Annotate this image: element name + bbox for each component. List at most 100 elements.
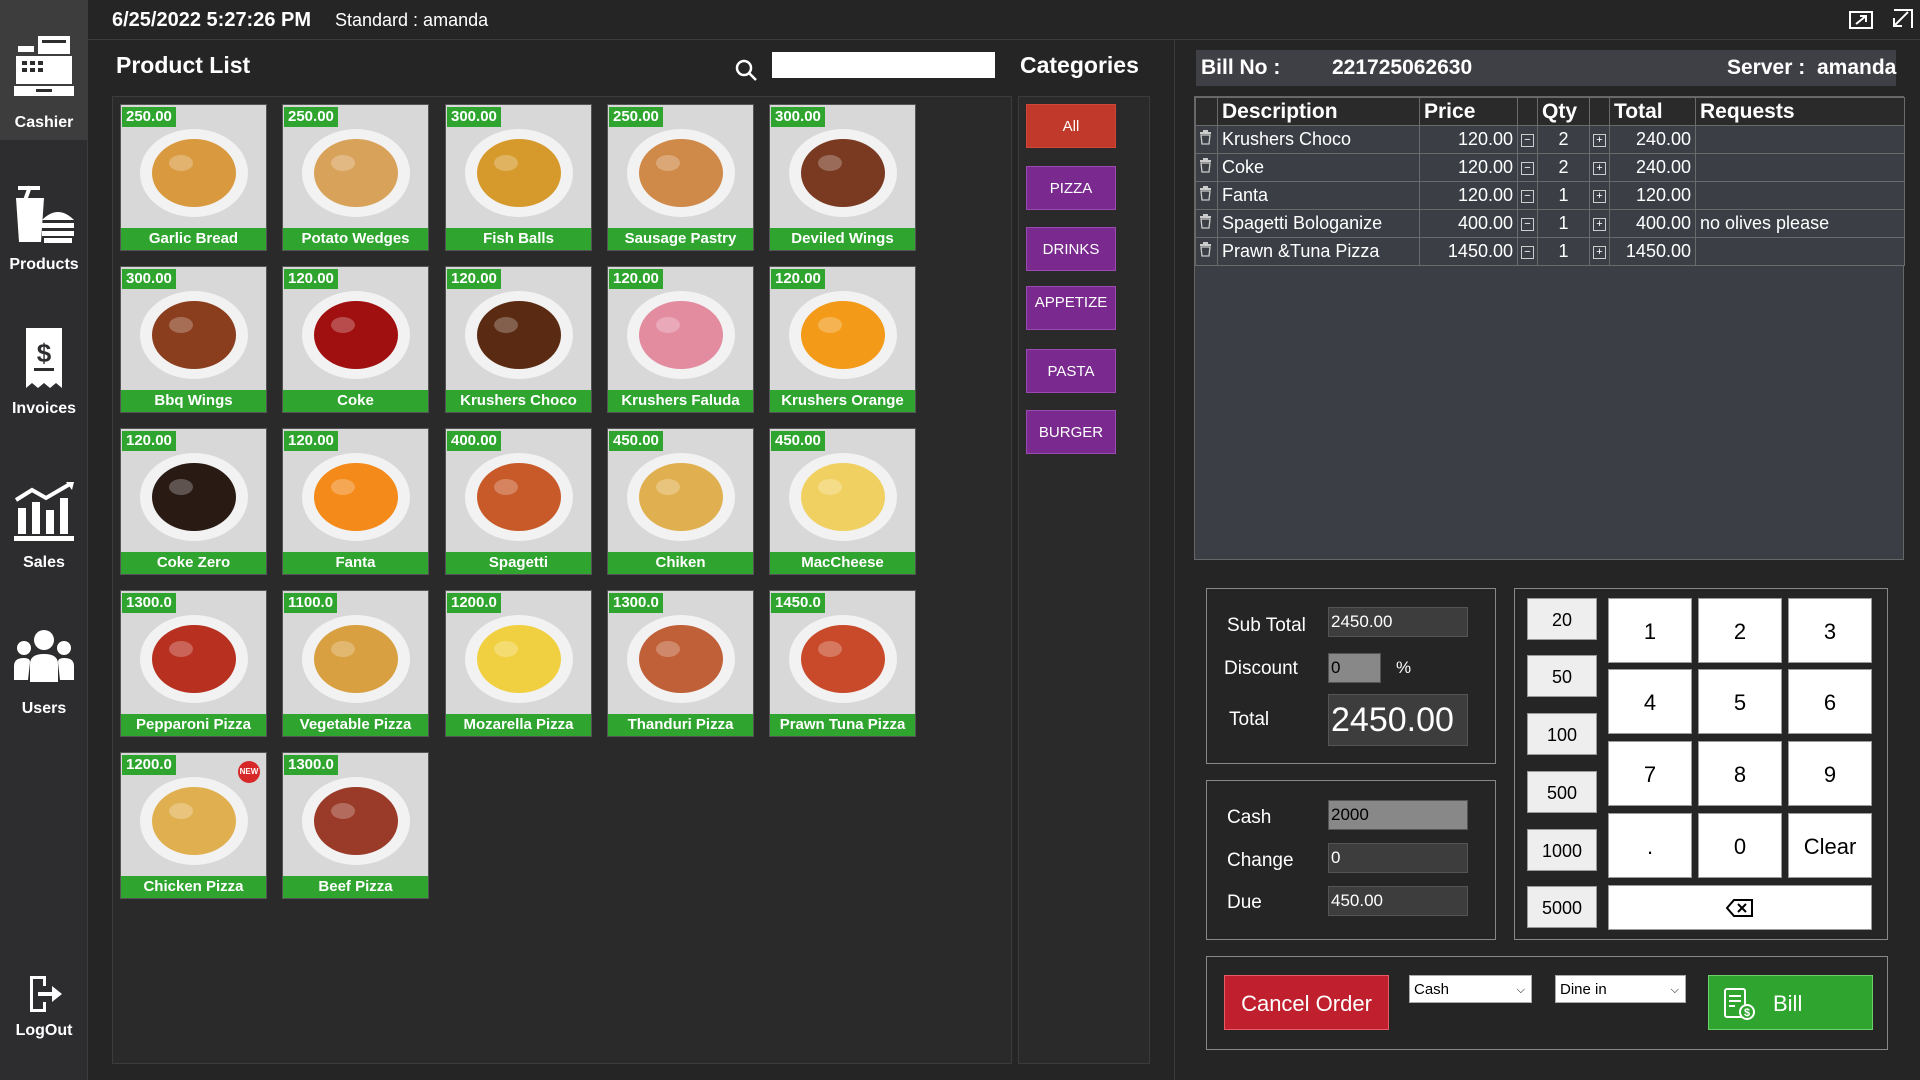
minus-icon[interactable]: −	[1521, 161, 1534, 175]
delete-cell[interactable]	[1195, 125, 1218, 154]
cancel-order-button[interactable]: Cancel Order	[1224, 975, 1389, 1030]
minus-icon[interactable]: −	[1521, 217, 1534, 231]
plus-icon[interactable]: +	[1593, 217, 1606, 231]
product-card[interactable]: 450.00 MacCheese	[769, 428, 916, 575]
order-type-select[interactable]: Dine in ⌵	[1555, 975, 1686, 1003]
minus-icon[interactable]: −	[1521, 189, 1534, 203]
product-card[interactable]: 250.00 Potato Wedges	[282, 104, 429, 251]
plus-icon[interactable]: +	[1593, 189, 1606, 203]
product-card[interactable]: 300.00 Fish Balls	[445, 104, 592, 251]
key-3[interactable]: 3	[1788, 598, 1872, 663]
key-0[interactable]: 0	[1698, 813, 1782, 878]
row-requests[interactable]: no olives please	[1695, 209, 1905, 238]
key-6[interactable]: 6	[1788, 669, 1872, 734]
delete-cell[interactable]	[1195, 237, 1218, 266]
sidebar-item-sales[interactable]: Sales	[0, 444, 88, 584]
key-9[interactable]: 9	[1788, 741, 1872, 806]
product-card[interactable]: 120.00 Krushers Orange	[769, 266, 916, 413]
sidebar-item-users[interactable]: Users	[0, 592, 88, 732]
category-drinks[interactable]: DRINKS	[1026, 227, 1116, 271]
trash-icon[interactable]	[1199, 129, 1212, 145]
trash-icon[interactable]	[1199, 241, 1212, 257]
discount-field[interactable]: 0	[1328, 653, 1381, 683]
product-card[interactable]: 450.00 Chiken	[607, 428, 754, 575]
sidebar-item-invoices[interactable]: $ Invoices	[0, 296, 88, 436]
plus-icon[interactable]: +	[1593, 161, 1606, 175]
category-appetize[interactable]: APPETIZE	[1026, 286, 1116, 330]
bill-row[interactable]: Coke 120.00−2 +240.00	[1195, 153, 1905, 182]
minimize-window-icon[interactable]	[1888, 8, 1914, 32]
category-pizza[interactable]: PIZZA	[1026, 166, 1116, 210]
qty-minus-cell[interactable]: −	[1517, 125, 1538, 154]
minus-icon[interactable]: −	[1521, 245, 1534, 259]
sidebar-item-cashier[interactable]: Cashier	[0, 0, 88, 140]
delete-cell[interactable]	[1195, 181, 1218, 210]
row-requests[interactable]	[1695, 237, 1905, 266]
product-card[interactable]: 400.00 Spagetti	[445, 428, 592, 575]
quick-amount-1000[interactable]: 1000	[1527, 829, 1597, 871]
qty-minus-cell[interactable]: −	[1517, 181, 1538, 210]
plus-icon[interactable]: +	[1593, 245, 1606, 259]
product-card[interactable]: 300.00 Deviled Wings	[769, 104, 916, 251]
product-card[interactable]: 1100.0 Vegetable Pizza	[282, 590, 429, 737]
trash-icon[interactable]	[1199, 157, 1212, 173]
product-card[interactable]: 120.00 Coke Zero	[120, 428, 267, 575]
bill-row[interactable]: Krushers Choco 120.00−2 +240.00	[1195, 125, 1905, 154]
product-card[interactable]: 120.00 Krushers Faluda	[607, 266, 754, 413]
product-card[interactable]: 1450.0 Prawn Tuna Pizza	[769, 590, 916, 737]
delete-cell[interactable]	[1195, 153, 1218, 182]
key-2[interactable]: 2	[1698, 598, 1782, 663]
qty-minus-cell[interactable]: −	[1517, 153, 1538, 182]
product-card[interactable]: 120.00 Coke	[282, 266, 429, 413]
bill-row[interactable]: Prawn &Tuna Pizza 1450.00−1 +1450.00	[1195, 237, 1905, 266]
quick-amount-50[interactable]: 50	[1527, 655, 1597, 697]
qty-plus-cell[interactable]: +	[1589, 237, 1610, 266]
qty-plus-cell[interactable]: +	[1589, 125, 1610, 154]
qty-plus-cell[interactable]: +	[1589, 209, 1610, 238]
quick-amount-500[interactable]: 500	[1527, 771, 1597, 813]
product-card[interactable]: 300.00 Bbq Wings	[120, 266, 267, 413]
search-input[interactable]	[772, 52, 995, 78]
search-icon[interactable]	[734, 58, 758, 82]
restore-window-icon[interactable]	[1848, 8, 1874, 32]
row-requests[interactable]	[1695, 153, 1905, 182]
product-card[interactable]: 250.00 Garlic Bread	[120, 104, 267, 251]
quick-amount-20[interactable]: 20	[1527, 598, 1597, 640]
product-card[interactable]: 1300.0 Thanduri Pizza	[607, 590, 754, 737]
category-all[interactable]: All	[1026, 104, 1116, 148]
key-decimal[interactable]: .	[1608, 813, 1692, 878]
product-card[interactable]: 1200.0 Mozarella Pizza	[445, 590, 592, 737]
key-clear[interactable]: Clear	[1788, 813, 1872, 878]
backspace-button[interactable]	[1608, 885, 1872, 930]
qty-plus-cell[interactable]: +	[1589, 153, 1610, 182]
qty-plus-cell[interactable]: +	[1589, 181, 1610, 210]
key-1[interactable]: 1	[1608, 598, 1692, 663]
category-burger[interactable]: BURGER	[1026, 410, 1116, 454]
key-8[interactable]: 8	[1698, 741, 1782, 806]
payment-method-select[interactable]: Cash ⌵	[1409, 975, 1532, 1003]
sidebar-item-logout[interactable]: LogOut	[0, 970, 88, 1070]
quick-amount-5000[interactable]: 5000	[1527, 886, 1597, 928]
key-5[interactable]: 5	[1698, 669, 1782, 734]
qty-minus-cell[interactable]: −	[1517, 209, 1538, 238]
row-requests[interactable]	[1695, 181, 1905, 210]
bill-row[interactable]: Spagetti Bologanize 400.00−1 +400.00 no oli…	[1195, 209, 1905, 238]
minus-icon[interactable]: −	[1521, 133, 1534, 147]
plus-icon[interactable]: +	[1593, 133, 1606, 147]
sidebar-item-products[interactable]: Products	[0, 148, 88, 288]
key-7[interactable]: 7	[1608, 741, 1692, 806]
product-card[interactable]: 120.00 Krushers Choco	[445, 266, 592, 413]
trash-icon[interactable]	[1199, 213, 1212, 229]
trash-icon[interactable]	[1199, 185, 1212, 201]
bill-button[interactable]: $ Bill	[1708, 975, 1873, 1030]
product-card[interactable]: 1300.0 Pepparoni Pizza	[120, 590, 267, 737]
product-card[interactable]: 1200.0 Chicken Pizza NEW	[120, 752, 267, 899]
cash-field[interactable]: 2000	[1328, 800, 1468, 830]
product-card[interactable]: 120.00 Fanta	[282, 428, 429, 575]
key-4[interactable]: 4	[1608, 669, 1692, 734]
row-requests[interactable]	[1695, 125, 1905, 154]
quick-amount-100[interactable]: 100	[1527, 713, 1597, 755]
delete-cell[interactable]	[1195, 209, 1218, 238]
qty-minus-cell[interactable]: −	[1517, 237, 1538, 266]
product-card[interactable]: 1300.0 Beef Pizza	[282, 752, 429, 899]
